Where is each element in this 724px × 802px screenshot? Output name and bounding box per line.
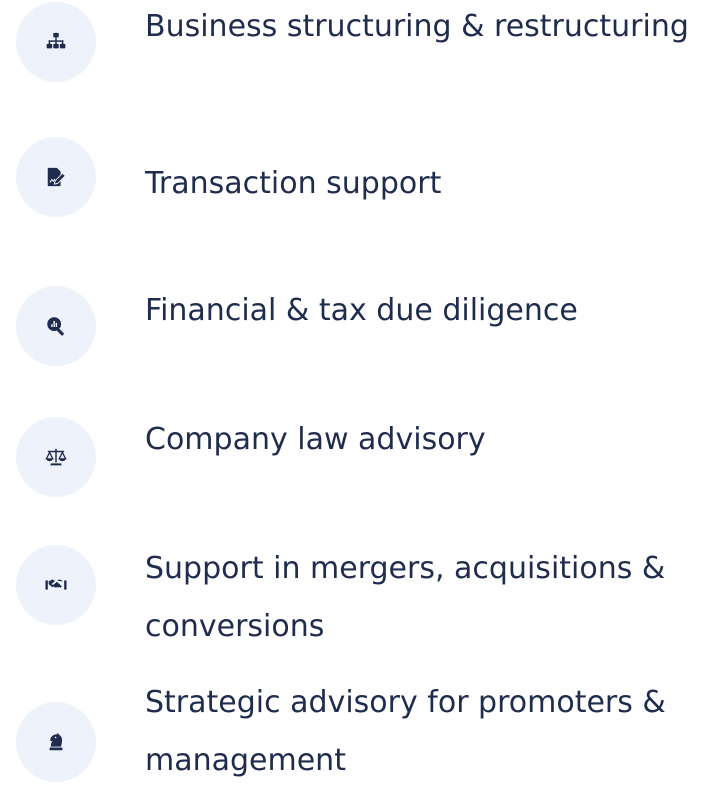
service-label: Financial & tax due diligence — [145, 293, 578, 328]
service-label: Support in mergers, acquisitions & conve… — [145, 551, 666, 644]
service-label: Business structuring & restructuring — [145, 9, 689, 44]
service-label: Strategic advisory for promoters & manag… — [145, 685, 666, 778]
handshake-icon — [16, 545, 96, 625]
chess-knight-icon — [16, 702, 96, 782]
sitemap-icon — [16, 2, 96, 82]
service-label: Company law advisory — [145, 422, 486, 457]
magnifier-chart-icon — [16, 286, 96, 366]
signed-document-icon — [16, 137, 96, 217]
scales-icon — [16, 417, 96, 497]
service-label: Transaction support — [145, 166, 442, 201]
